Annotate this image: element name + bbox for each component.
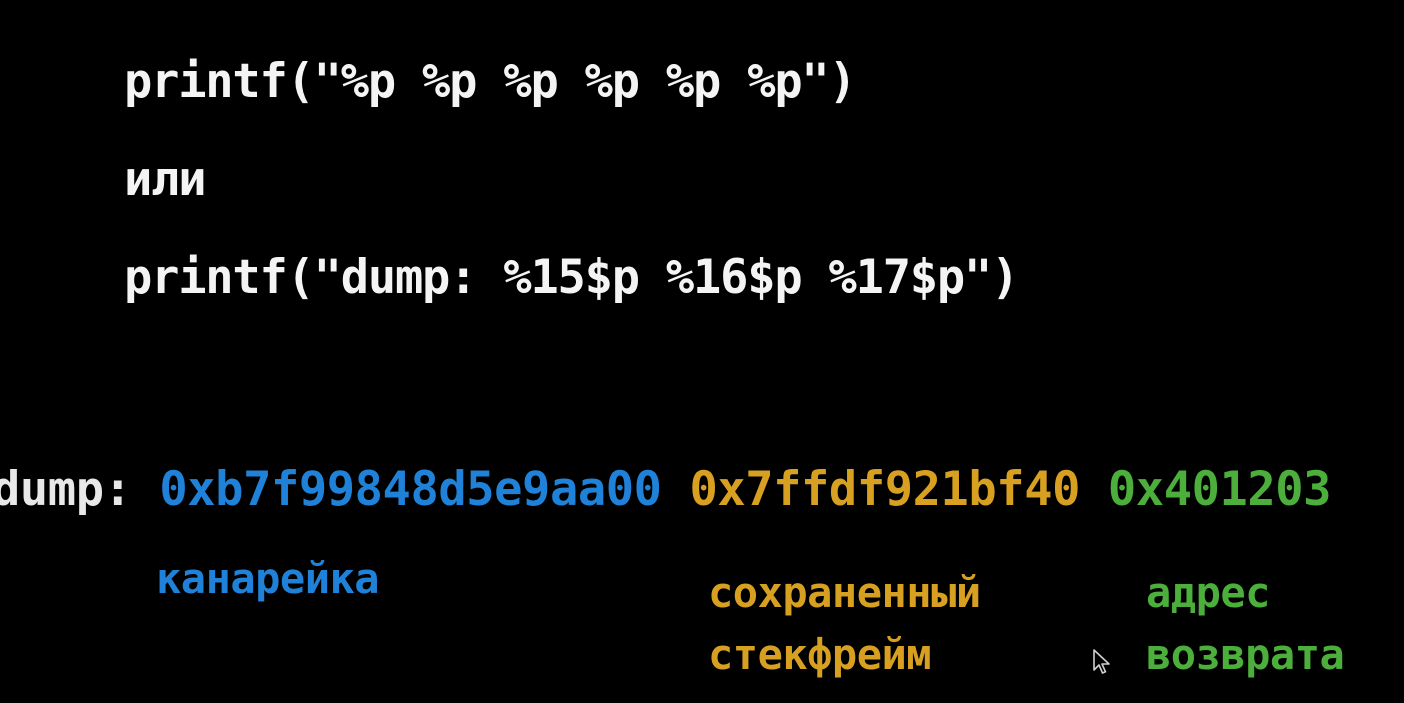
return-address-value: 0x401203 bbox=[1107, 462, 1332, 517]
mouse-pointer-icon bbox=[1093, 649, 1110, 674]
code-line-or: или bbox=[124, 152, 207, 207]
dump-prefix: dump: bbox=[0, 462, 160, 517]
dump-output: dump: 0xb7f99848d5e9aa00 0x7ffdf921bf40 … bbox=[0, 464, 1331, 516]
code-line-printf-dump: printf("dump: %15$p %16$p %17$p") bbox=[124, 250, 1019, 305]
saved-frame-value: 0x7ffdf921bf40 bbox=[689, 462, 1080, 517]
canary-label: канарейка bbox=[156, 554, 380, 603]
canary-value: 0xb7f99848d5e9aa00 bbox=[159, 462, 662, 517]
slide: printf("%p %p %p %p %p %p") или printf("… bbox=[0, 0, 1404, 703]
code-line-printf-p: printf("%p %p %p %p %p %p") bbox=[124, 54, 857, 109]
return-address-label: адрес возврата bbox=[1146, 568, 1345, 679]
saved-frame-label: сохраненный стекфрейм bbox=[708, 568, 981, 679]
